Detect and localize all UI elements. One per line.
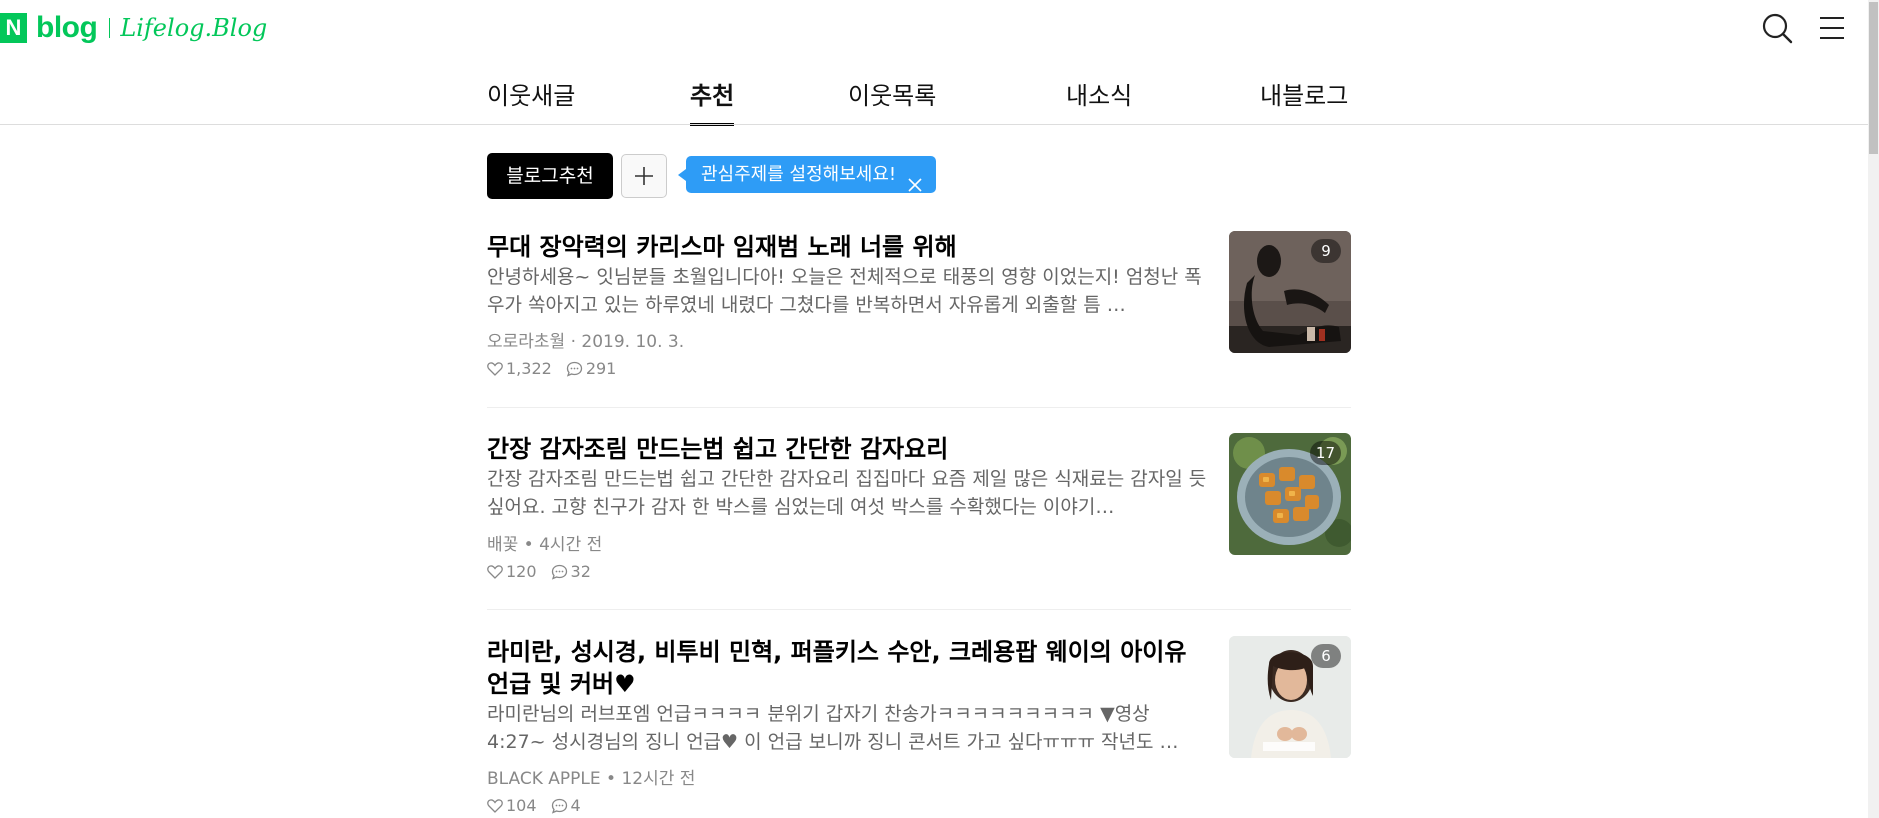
comment-count-value: 291 [585,359,617,378]
search-icon [1762,13,1793,44]
comment-count[interactable]: 4 [551,796,581,815]
post-divider [487,609,1351,610]
search-button[interactable] [1760,11,1794,45]
tab-my-news[interactable]: 내소식 [1066,76,1132,126]
add-topic-button[interactable] [621,154,667,198]
comment-count-value: 32 [570,562,591,581]
heart-icon [487,799,503,813]
blog-recommend-chip[interactable]: 블로그추천 [487,153,613,199]
naver-blog-logo[interactable]: N blog Lifelog.Blog [0,13,267,43]
lifelog-blog-wordmark: Lifelog.Blog [120,14,268,42]
post-thumbnail[interactable]: 9 [1229,231,1351,353]
post-stats: 104 4 [487,796,595,815]
post-stats: 120 32 [487,562,605,581]
heart-icon [487,362,503,376]
scrollbar-thumb[interactable] [1869,2,1878,154]
tooltip-close-button[interactable] [908,168,922,192]
main-tabs: 이웃새글 추천 이웃목록 내소식 내블로그 [487,76,1351,126]
post-excerpt[interactable]: 라미란님의 러브포엠 언급ㅋㅋㅋㅋ 분위기 갑자기 찬송가ㅋㅋㅋㅋㅋㅋㅋㅋㅋ ▼… [487,700,1207,756]
page-scrollbar[interactable] [1868,0,1879,818]
tab-neighbor-posts[interactable]: 이웃새글 [487,76,575,126]
post-thumbnail[interactable]: 17 [1229,433,1351,555]
tooltip-text: 관심주제를 설정해보세요! [701,164,897,185]
post-author-date[interactable]: 오로라초월 · 2019. 10. 3. [487,327,684,352]
comment-count[interactable]: 32 [551,562,591,581]
photo-count-badge: 17 [1309,441,1341,465]
post-title[interactable]: 라미란, 성시경, 비투비 민혁, 퍼플키스 수안, 크레용팝 웨이의 아이유 … [487,636,1215,700]
close-icon [908,177,922,192]
photo-count-badge: 6 [1311,644,1341,668]
blog-wordmark: blog [36,11,98,44]
comment-icon [566,361,582,377]
like-count[interactable]: 104 [487,796,537,815]
tab-recommended[interactable]: 추천 [690,76,735,126]
post-divider [487,407,1351,408]
post-author-date[interactable]: 배꽃 • 4시간 전 [487,530,602,555]
like-count-value: 1,322 [506,359,552,378]
comment-icon [551,564,567,580]
comment-count-value: 4 [570,796,581,815]
logo-divider [109,18,111,38]
hamburger-menu-icon [1820,17,1844,39]
like-count-value: 120 [506,562,537,581]
like-count[interactable]: 1,322 [487,359,552,378]
like-count[interactable]: 120 [487,562,537,581]
post-card[interactable]: 라미란, 성시경, 비투비 민혁, 퍼플키스 수안, 크레용팝 웨이의 아이유 … [487,636,1351,818]
post-title[interactable]: 간장 감자조림 만드는법 쉽고 간단한 감자요리 [487,433,1215,465]
post-thumbnail[interactable]: 6 [1229,636,1351,758]
comment-count[interactable]: 291 [566,359,617,378]
photo-count-badge: 9 [1311,239,1341,263]
tab-neighbor-list[interactable]: 이웃목록 [848,76,936,126]
heart-icon [487,565,503,579]
top-bar: N blog Lifelog.Blog [0,0,1868,60]
post-excerpt[interactable]: 간장 감자조림 만드는법 쉽고 간단한 감자요리 집집마다 요즘 제일 많은 식… [487,465,1207,521]
like-count-value: 104 [506,796,537,815]
menu-button[interactable] [1818,14,1846,42]
naver-n-logo: N [0,13,27,43]
post-stats: 1,322 291 [487,359,630,378]
post-author-date[interactable]: BLACK APPLE • 12시간 전 [487,764,695,789]
interest-topic-tooltip: 관심주제를 설정해보세요! [677,156,937,193]
post-excerpt[interactable]: 안녕하세용~ 잇님분들 초월입니다아! 오늘은 전체적으로 태풍의 영향 이었는… [487,263,1207,319]
post-title[interactable]: 무대 장악력의 카리스마 임재범 노래 너를 위해 [487,231,1215,263]
tabs-divider [0,124,1868,125]
comment-icon [551,798,567,814]
tab-my-blog[interactable]: 내블로그 [1260,76,1348,126]
post-card[interactable]: 간장 감자조림 만드는법 쉽고 간단한 감자요리 간장 감자조림 만드는법 쉽고… [487,433,1351,583]
plus-icon [635,167,653,185]
post-card[interactable]: 무대 장악력의 카리스마 임재범 노래 너를 위해 안녕하세용~ 잇님분들 초월… [487,231,1351,381]
